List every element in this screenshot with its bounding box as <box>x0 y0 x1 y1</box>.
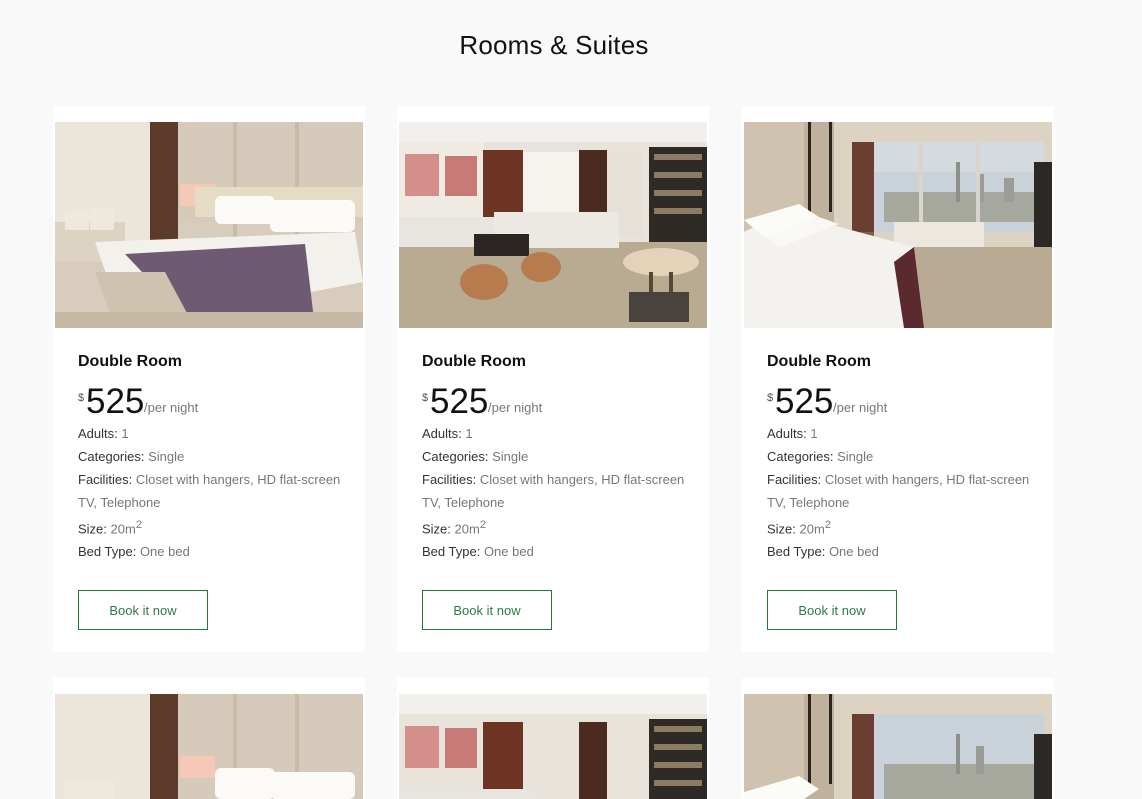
room-card <box>742 678 1054 799</box>
book-it-now-button[interactable]: Book it now <box>422 590 552 630</box>
room-photo-city-view[interactable] <box>744 122 1052 328</box>
detail-bed-type: Bed Type: One bed <box>78 544 190 560</box>
detail-categories: Categories: Single <box>767 449 874 464</box>
room-photo-city-view[interactable] <box>744 694 1052 799</box>
detail-facilities: Facilities: Closet with hangers, HD flat… <box>422 472 685 510</box>
detail-categories: Categories: Single <box>78 449 185 464</box>
detail-bed-type: Bed Type: One bed <box>767 544 879 560</box>
detail-bed-type: Bed Type: One bed <box>422 544 534 560</box>
price: $ 525 /per night <box>767 382 1034 422</box>
price-unit: /per night <box>144 400 199 415</box>
room-card <box>397 678 709 799</box>
room-photo-living[interactable] <box>399 122 707 328</box>
detail-size: Size: 20m2 <box>78 519 142 537</box>
price: $ 525 /per night <box>78 382 345 422</box>
room-name: Double Room <box>78 353 182 370</box>
room-card <box>53 678 365 799</box>
price-amount: 525 <box>430 382 489 421</box>
detail-adults: Adults: 1 <box>78 426 129 441</box>
price-amount: 525 <box>86 382 145 421</box>
detail-size: Size: 20m2 <box>767 519 831 537</box>
price-unit: /per night <box>833 400 888 415</box>
detail-facilities: Facilities: Closet with hangers, HD flat… <box>78 472 341 510</box>
price-amount: 525 <box>775 382 834 421</box>
page-title: Rooms & Suites <box>459 30 649 60</box>
currency-symbol: $ <box>78 392 85 404</box>
room-photo-bedroom[interactable] <box>55 694 363 799</box>
book-it-now-button[interactable]: Book it now <box>78 590 208 630</box>
room-card: Double Room $ 525 /per night Adults: 1 C… <box>742 106 1054 652</box>
price-unit: /per night <box>488 400 543 415</box>
detail-categories: Categories: Single <box>422 449 529 464</box>
detail-adults: Adults: 1 <box>767 426 818 441</box>
room-card: Double Room $ 525 /per night Adults: 1 C… <box>53 106 365 652</box>
detail-size: Size: 20m2 <box>422 519 486 537</box>
room-photo-living[interactable] <box>399 694 707 799</box>
book-it-now-button[interactable]: Book it now <box>767 590 897 630</box>
price: $ 525 /per night <box>422 382 689 422</box>
room-photo-bedroom[interactable] <box>55 122 363 328</box>
detail-adults: Adults: 1 <box>422 426 473 441</box>
currency-symbol: $ <box>422 392 429 404</box>
room-name: Double Room <box>422 353 526 370</box>
currency-symbol: $ <box>767 392 774 404</box>
room-name: Double Room <box>767 353 871 370</box>
room-card: Double Room $ 525 /per night Adults: 1 C… <box>397 106 709 652</box>
detail-facilities: Facilities: Closet with hangers, HD flat… <box>767 472 1030 510</box>
